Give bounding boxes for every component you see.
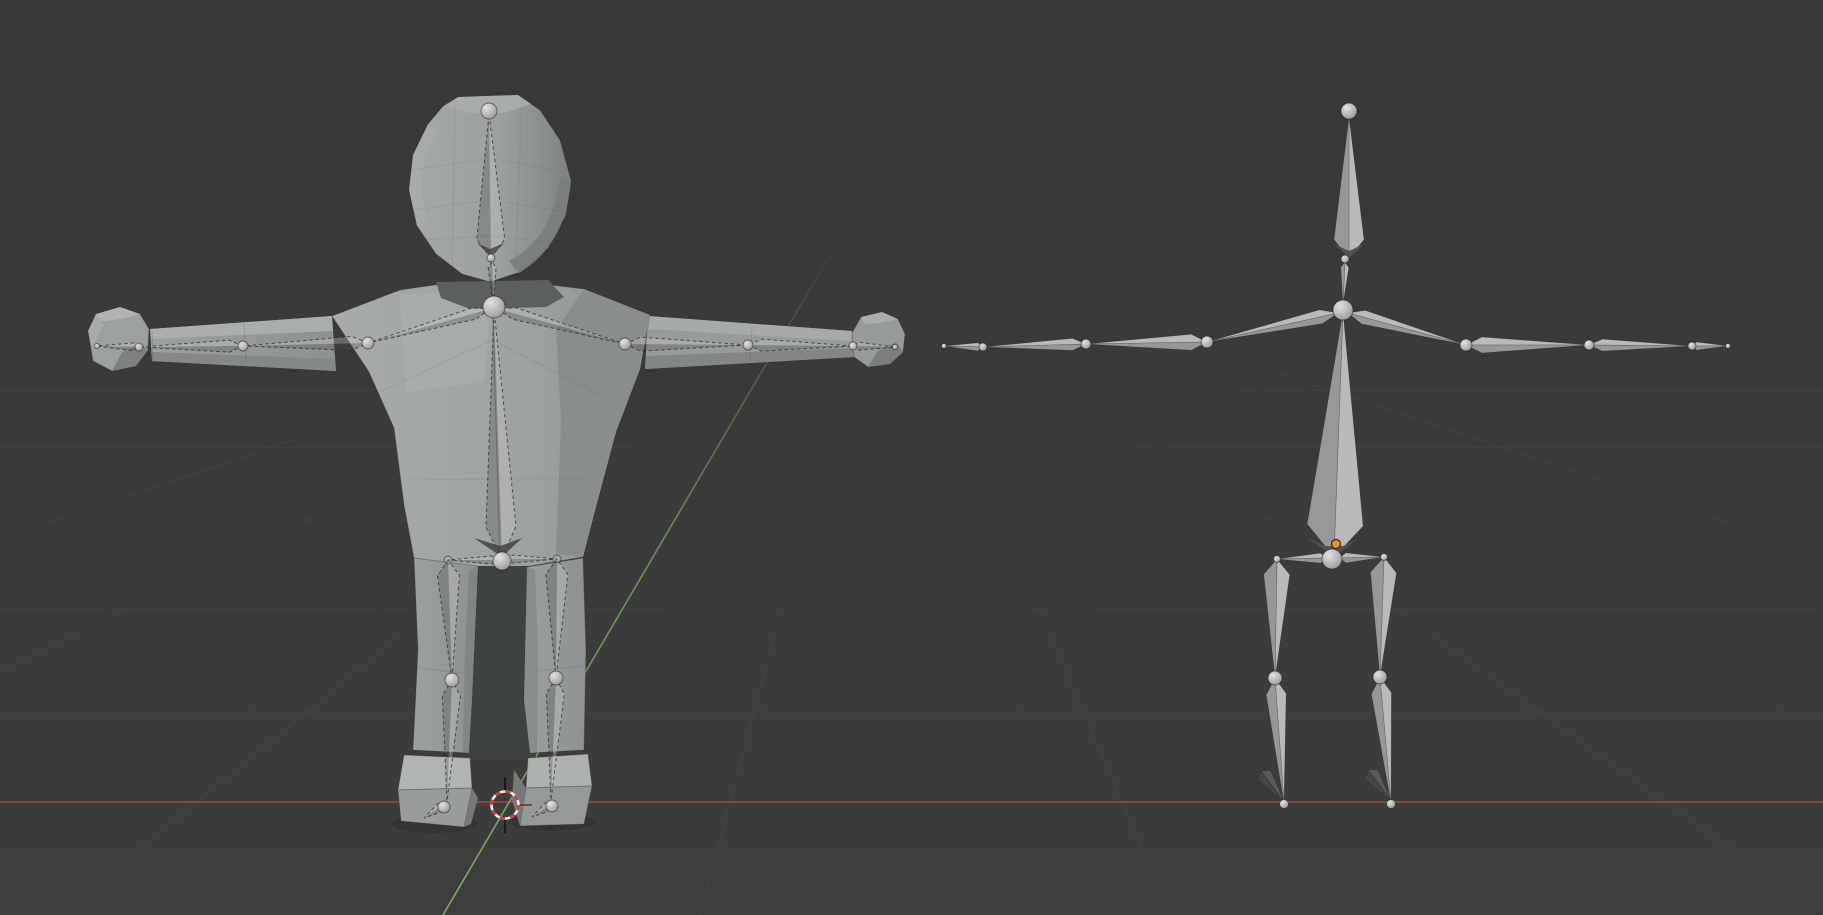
viewport-background <box>0 0 1823 915</box>
bone-joint[interactable] <box>1081 339 1091 349</box>
bone-joint[interactable] <box>979 343 987 351</box>
bone-joint[interactable] <box>549 671 563 685</box>
origin-dot[interactable] <box>1332 540 1341 549</box>
bone-joint[interactable] <box>481 103 497 119</box>
bone-joint[interactable] <box>135 343 143 351</box>
bone-joint[interactable] <box>1688 342 1696 350</box>
bone-joint[interactable] <box>1341 103 1357 119</box>
3d-viewport[interactable] <box>0 0 1823 915</box>
bone-joint[interactable] <box>1387 800 1396 809</box>
bone-joint[interactable] <box>893 345 898 350</box>
bone-joint[interactable] <box>619 338 631 350</box>
bone-joint[interactable] <box>1726 344 1731 349</box>
object-origin-dot[interactable] <box>1332 540 1341 549</box>
bone-joint[interactable] <box>1373 670 1387 684</box>
bone-joint[interactable] <box>553 555 561 563</box>
bone-joint[interactable] <box>1274 556 1281 563</box>
bone-joint[interactable] <box>438 801 450 813</box>
bone-joint[interactable] <box>1201 336 1213 348</box>
mesh-hand-left <box>88 307 149 371</box>
bone-joint[interactable] <box>1381 554 1388 561</box>
bone-joint[interactable] <box>1280 800 1289 809</box>
bone-joint[interactable] <box>1341 255 1349 263</box>
bone-joint[interactable] <box>1460 339 1472 351</box>
bone-joint[interactable] <box>1333 300 1353 320</box>
bone-joint[interactable] <box>743 340 753 350</box>
bone-joint[interactable] <box>95 344 100 349</box>
bone-joint[interactable] <box>445 673 459 687</box>
bone-joint[interactable] <box>546 800 558 812</box>
bone-joint[interactable] <box>444 556 452 564</box>
viewport-stage <box>0 0 1823 915</box>
bone-joint[interactable] <box>849 342 857 350</box>
bone-joint[interactable] <box>487 254 495 262</box>
bone-joint[interactable] <box>362 337 374 349</box>
bone-joint[interactable] <box>493 552 511 570</box>
bone-joint[interactable] <box>483 296 505 318</box>
bone-joint[interactable] <box>238 341 248 351</box>
bone-joint[interactable] <box>1268 671 1282 685</box>
bone-joint[interactable] <box>1322 549 1342 569</box>
bone-joint[interactable] <box>1584 340 1594 350</box>
bone-joint[interactable] <box>942 344 947 349</box>
